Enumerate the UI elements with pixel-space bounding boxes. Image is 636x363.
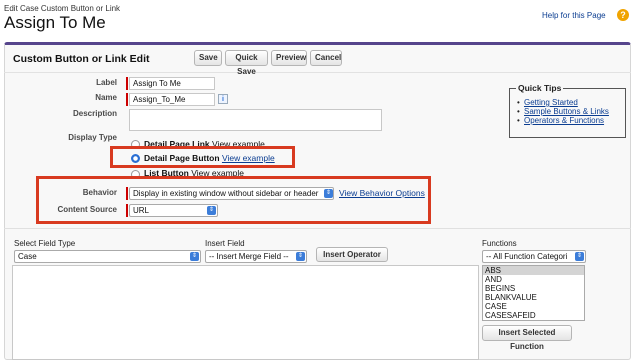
functions-label: Functions	[482, 239, 517, 248]
formula-editor[interactable]	[12, 265, 479, 360]
content-source-select[interactable]: URL	[129, 204, 218, 217]
option-detail-page-button: Detail Page Button View example	[144, 153, 275, 163]
display-type-label: Display Type	[68, 133, 117, 142]
help-circle-icon[interactable]: ?	[617, 9, 629, 21]
description-textarea[interactable]	[129, 109, 382, 131]
behavior-label: Behavior	[82, 188, 117, 197]
quick-save-button[interactable]: Quick Save	[225, 50, 268, 76]
content-source-label: Content Source	[57, 205, 117, 214]
chevron-updown-icon: ⇕	[207, 206, 216, 215]
function-item[interactable]: AND	[485, 275, 502, 284]
tip-sample-buttons-link[interactable]: Sample Buttons & Links	[517, 107, 609, 116]
page-title: Assign To Me	[4, 13, 106, 32]
insert-merge-field-select[interactable]: -- Insert Merge Field --	[205, 250, 307, 263]
description-field-label: Description	[72, 109, 117, 118]
panel-title: Custom Button or Link Edit	[13, 53, 150, 65]
radio-detail-page-button[interactable]	[131, 154, 140, 163]
function-item[interactable]: ABS	[483, 266, 584, 275]
function-item[interactable]: CASESAFEID	[485, 311, 536, 320]
label-field-label: Label	[96, 78, 117, 87]
required-indicator	[126, 93, 128, 106]
breadcrumb: Edit Case Custom Button or Link	[4, 4, 121, 13]
function-item[interactable]: BLANKVALUE	[485, 293, 537, 302]
select-field-type-label: Select Field Type	[14, 239, 76, 248]
save-button[interactable]: Save	[194, 50, 222, 66]
function-category-select[interactable]: -- All Function Categori	[482, 250, 586, 263]
preview-button[interactable]: Preview	[271, 50, 307, 66]
info-icon[interactable]: i	[218, 94, 228, 104]
label-input[interactable]: Assign To Me	[129, 77, 215, 90]
view-behavior-options-link[interactable]: View Behavior Options	[339, 188, 425, 198]
insert-operator-button[interactable]: Insert Operator ▼	[316, 247, 388, 272]
quick-tips-title: Quick Tips	[516, 83, 564, 93]
section-divider	[4, 228, 631, 229]
insert-field-label: Insert Field	[205, 239, 245, 248]
required-indicator	[126, 77, 128, 90]
field-type-select[interactable]: Case	[14, 250, 201, 263]
chevron-updown-icon: ⇕	[575, 252, 584, 261]
behavior-select[interactable]: Display in existing window without sideb…	[129, 187, 334, 200]
function-item[interactable]: BEGINS	[485, 284, 515, 293]
required-indicator	[126, 187, 128, 200]
tip-operators-link[interactable]: Operators & Functions	[517, 116, 604, 125]
tip-getting-started-link[interactable]: Getting Started	[517, 98, 578, 107]
chevron-updown-icon: ⇕	[190, 252, 199, 261]
name-input[interactable]: Assign_To_Me	[129, 93, 215, 106]
view-example-link[interactable]: View example	[222, 153, 275, 163]
help-link[interactable]: Help for this Page	[542, 11, 606, 20]
highlight-box	[36, 176, 431, 224]
cancel-button[interactable]: Cancel	[310, 50, 342, 66]
function-item[interactable]: CASE	[485, 302, 507, 311]
chevron-updown-icon: ⇕	[296, 252, 305, 261]
required-indicator	[126, 204, 128, 217]
chevron-updown-icon: ⇕	[324, 189, 333, 198]
name-field-label: Name	[95, 93, 117, 102]
insert-selected-function-button[interactable]: Insert Selected Function	[482, 325, 572, 351]
